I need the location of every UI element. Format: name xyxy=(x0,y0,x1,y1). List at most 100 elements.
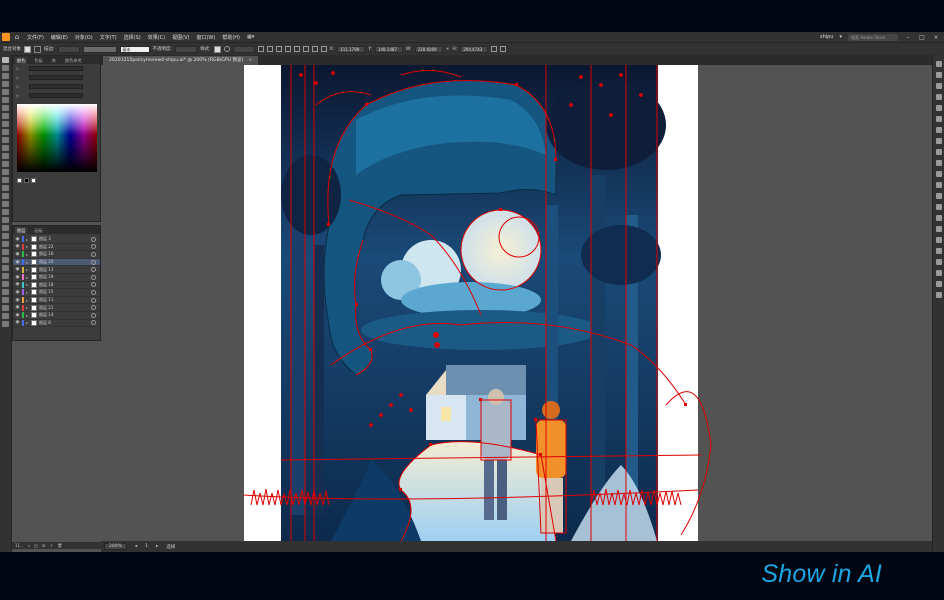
tool-icon[interactable] xyxy=(2,265,9,271)
visibility-eye-icon[interactable]: ◉ xyxy=(15,252,20,257)
menu-help[interactable]: 帮助(H) xyxy=(222,34,240,41)
stock-search-input[interactable]: 搜索 Adobe Stock xyxy=(848,33,898,41)
make-clipping-mask-icon[interactable]: ◫ xyxy=(34,543,38,548)
visibility-eye-icon[interactable]: ◉ xyxy=(15,267,20,272)
tool-icon[interactable] xyxy=(2,289,9,295)
tool-icon[interactable] xyxy=(2,97,9,103)
tab-libraries[interactable]: 库 xyxy=(50,57,58,64)
tab-artboards[interactable]: 画板 xyxy=(32,227,44,234)
anchor-point[interactable] xyxy=(539,453,542,456)
dock-panel-icon[interactable] xyxy=(935,215,942,221)
expand-arrow-icon[interactable]: ▸ xyxy=(26,282,29,287)
visibility-eye-icon[interactable]: ◉ xyxy=(15,320,20,325)
menu-select[interactable]: 选择(S) xyxy=(124,34,141,41)
align-right-icon[interactable] xyxy=(275,46,282,52)
expand-arrow-icon[interactable]: ▸ xyxy=(26,267,29,272)
variable-width-field[interactable] xyxy=(82,45,117,53)
selection-tool-icon[interactable] xyxy=(2,57,9,63)
anchor-point[interactable] xyxy=(515,83,518,86)
menu-object[interactable]: 对象(O) xyxy=(75,34,93,41)
layer-name[interactable]: 图层 16 xyxy=(39,251,89,257)
visibility-eye-icon[interactable]: ◉ xyxy=(15,237,20,242)
dock-panel-icon[interactable] xyxy=(935,94,942,100)
anchor-point[interactable] xyxy=(369,348,372,351)
align-center-icon[interactable] xyxy=(266,46,273,52)
layer-row[interactable]: ◉ ▸ 图层 19 xyxy=(13,274,100,282)
y-field[interactable]: 148.1487 xyxy=(374,45,403,53)
layer-target-icon[interactable] xyxy=(91,236,96,242)
layer-name[interactable]: 图层 11 xyxy=(39,297,89,303)
locate-object-icon[interactable]: ⌕ xyxy=(28,543,30,548)
anchor-point[interactable] xyxy=(433,332,439,338)
tab-color-guide[interactable]: 颜色参考 xyxy=(63,57,84,64)
tool-icon[interactable] xyxy=(2,89,9,95)
dock-panel-icon[interactable] xyxy=(935,171,942,177)
tool-icon[interactable] xyxy=(2,65,9,71)
anchor-point[interactable] xyxy=(534,418,537,421)
layer-target-icon[interactable] xyxy=(91,251,96,257)
tab-layers[interactable]: 图层 xyxy=(15,227,28,234)
foliage-point[interactable] xyxy=(369,423,373,427)
isolate-icon[interactable] xyxy=(500,46,507,52)
layer-row[interactable]: ◉ ▸ 图层 16 xyxy=(13,251,100,259)
menu-window[interactable]: 窗口(W) xyxy=(196,34,215,41)
dock-panel-icon[interactable] xyxy=(935,193,942,199)
layer-row[interactable]: ◉ ▸ 图层 11 xyxy=(13,297,100,305)
artboard-next-icon[interactable]: ▸ xyxy=(156,544,158,549)
expand-arrow-icon[interactable]: ▸ xyxy=(26,252,29,257)
layer-target-icon[interactable] xyxy=(91,259,96,265)
maximize-icon[interactable]: □ xyxy=(918,34,926,41)
tool-icon[interactable] xyxy=(2,281,9,287)
tool-icon[interactable] xyxy=(2,209,9,215)
workspace-switcher[interactable]: shipu xyxy=(820,34,834,40)
layer-target-icon[interactable] xyxy=(91,274,96,280)
dock-panel-icon[interactable] xyxy=(935,61,942,67)
foliage-point[interactable] xyxy=(569,103,573,107)
menu-type[interactable]: 文字(T) xyxy=(100,34,117,41)
close-tab-icon[interactable]: × xyxy=(248,58,252,63)
dock-panel-icon[interactable] xyxy=(935,105,942,111)
layer-target-icon[interactable] xyxy=(91,289,96,295)
brush-style-field[interactable]: 基本 xyxy=(119,45,150,53)
artboard-prev-icon[interactable]: ◂ xyxy=(135,544,137,549)
tool-icon[interactable] xyxy=(2,193,9,199)
anchor-point[interactable] xyxy=(429,443,432,446)
tool-icon[interactable] xyxy=(2,169,9,175)
tool-icon[interactable] xyxy=(2,321,9,327)
visibility-eye-icon[interactable]: ◉ xyxy=(15,260,20,265)
stroke-swatch[interactable] xyxy=(34,45,41,53)
dock-panel-icon[interactable] xyxy=(935,182,942,188)
slider-field[interactable] xyxy=(29,84,83,89)
zoom-level[interactable]: 200% xyxy=(104,543,127,550)
close-icon[interactable]: × xyxy=(932,34,940,41)
minimize-icon[interactable]: – xyxy=(904,34,912,41)
dock-panel-icon[interactable] xyxy=(935,292,942,298)
expand-arrow-icon[interactable]: ▸ xyxy=(26,275,29,280)
tool-icon[interactable] xyxy=(2,81,9,87)
expand-arrow-icon[interactable]: ▸ xyxy=(26,244,29,249)
anchor-point[interactable] xyxy=(479,398,482,401)
layer-name[interactable]: 图层 19 xyxy=(39,274,89,280)
x-field[interactable]: 111.1799 xyxy=(337,45,366,53)
tool-icon[interactable] xyxy=(2,73,9,79)
dock-panel-icon[interactable] xyxy=(935,204,942,210)
arrange-documents-icon[interactable]: ▦▾ xyxy=(247,34,254,40)
opacity-label[interactable]: 不透明度: xyxy=(153,46,173,52)
tool-icon[interactable] xyxy=(2,249,9,255)
layer-name[interactable]: 图层 20 xyxy=(39,259,89,265)
dock-panel-icon[interactable] xyxy=(935,270,942,276)
layer-name[interactable]: 图层 18 xyxy=(39,282,89,288)
tool-icon[interactable] xyxy=(2,153,9,159)
visibility-eye-icon[interactable]: ◉ xyxy=(15,275,20,280)
distribute-icon[interactable] xyxy=(311,46,318,52)
layer-target-icon[interactable] xyxy=(91,297,96,303)
w-field[interactable]: 228.6009 xyxy=(414,45,443,53)
expand-arrow-icon[interactable]: ▸ xyxy=(26,260,29,265)
black-swatch[interactable] xyxy=(24,178,29,183)
align-bottom-icon[interactable] xyxy=(302,46,309,52)
workspace-chevron-icon[interactable]: ▾ xyxy=(839,34,842,40)
fill-swatch[interactable] xyxy=(24,45,31,53)
dock-panel-icon[interactable] xyxy=(935,138,942,144)
stroke-weight-field[interactable] xyxy=(57,45,80,53)
anchor-point[interactable] xyxy=(355,303,358,306)
